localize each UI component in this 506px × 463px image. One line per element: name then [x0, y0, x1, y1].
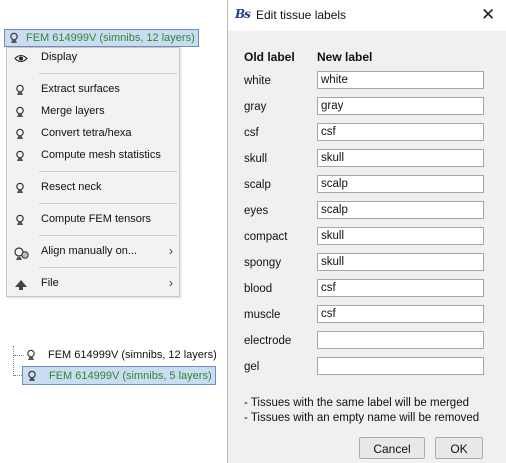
new-label-scalp-input[interactable]	[317, 175, 484, 193]
old-label-csf: csf	[244, 127, 259, 139]
menu-divider	[39, 267, 177, 268]
cancel-button[interactable]: Cancel	[359, 437, 425, 459]
menu-item-label: Compute FEM tensors	[41, 213, 152, 225]
menu-item-label: Extract surfaces	[41, 83, 120, 95]
tree-node-label: FEM 614999V (simnibs, 12 layers)	[48, 348, 217, 361]
fem-mesh-icon	[26, 370, 38, 382]
align-icon	[14, 246, 29, 260]
new-label-skull-input[interactable]	[317, 149, 484, 167]
new-label-muscle-input[interactable]	[317, 305, 484, 323]
fem-mesh-icon	[14, 214, 27, 227]
tree-node-label: FEM 614999V (simnibs, 12 layers)	[26, 32, 195, 44]
fem-mesh-icon	[25, 349, 37, 361]
menu-item-convert-tetra-hexa[interactable]: Convert tetra/hexa	[7, 124, 179, 144]
old-label-gel: gel	[244, 361, 260, 373]
menu-item-label: Align manually on...	[41, 245, 137, 257]
fem-mesh-icon	[14, 128, 27, 141]
menu-item-label: Compute mesh statistics	[41, 149, 161, 161]
menu-item-display[interactable]: Display	[7, 48, 179, 68]
tree-node-fem-12-layers-selected[interactable]: FEM 614999V (simnibs, 12 layers)	[4, 29, 199, 47]
note-merge: - Tissues with the same label will be me…	[244, 397, 469, 409]
edit-tissue-labels-dialog: Bs Edit tissue labels ✕ Old label New la…	[227, 0, 506, 463]
menu-item-compute-mesh-statistics[interactable]: Compute mesh statistics	[7, 146, 179, 166]
fem-mesh-icon	[14, 106, 27, 119]
old-label-compact: compact	[244, 231, 288, 243]
new-label-white-input[interactable]	[317, 71, 484, 89]
close-icon[interactable]: ✕	[481, 5, 495, 25]
menu-item-label: Display	[41, 51, 78, 63]
menu-divider	[39, 73, 177, 74]
new-label-csf-input[interactable]	[317, 123, 484, 141]
new-label-compact-input[interactable]	[317, 227, 484, 245]
context-menu: Display Extract surfaces Merge layers Co…	[6, 47, 180, 297]
dialog-title: Edit tissue labels	[256, 8, 347, 22]
menu-divider	[39, 203, 177, 204]
tree-node-fem-5-layers-selected[interactable]: FEM 614999V (simnibs, 5 layers)	[22, 366, 216, 385]
old-label-eyes: eyes	[244, 205, 269, 217]
old-label-skull: skull	[244, 153, 268, 165]
old-label-electrode: electrode	[244, 335, 292, 347]
menu-divider	[39, 171, 177, 172]
submenu-arrow-icon: ›	[169, 276, 173, 290]
fem-mesh-icon	[8, 32, 20, 44]
column-header-old-label: Old label	[244, 50, 295, 64]
fem-mesh-icon	[14, 150, 27, 163]
old-label-muscle: muscle	[244, 309, 281, 321]
tree-node-fem-12-layers[interactable]: FEM 614999V (simnibs, 12 layers)	[25, 346, 217, 363]
menu-item-align-manually[interactable]: Align manually on... ›	[7, 242, 179, 262]
tree-connector	[13, 346, 14, 376]
submenu-arrow-icon: ›	[169, 244, 173, 258]
file-icon	[14, 278, 27, 291]
menu-item-file[interactable]: File ›	[7, 274, 179, 294]
menu-item-label: Convert tetra/hexa	[41, 127, 132, 139]
new-label-spongy-input[interactable]	[317, 253, 484, 271]
column-header-new-label: New label	[317, 50, 373, 64]
new-label-gel-input[interactable]	[317, 357, 484, 375]
tree-node-label: FEM 614999V (simnibs, 5 layers)	[49, 369, 212, 382]
fem-mesh-icon	[14, 182, 27, 195]
old-label-blood: blood	[244, 283, 273, 295]
eye-icon	[14, 52, 28, 65]
brainstorm-logo-icon: Bs	[235, 7, 251, 21]
menu-item-resect-neck[interactable]: Resect neck	[7, 178, 179, 198]
old-label-white: white	[244, 75, 271, 87]
tree-connector	[14, 355, 24, 356]
ok-button[interactable]: OK	[435, 437, 483, 459]
menu-divider	[39, 235, 177, 236]
menu-item-label: Merge layers	[41, 105, 105, 117]
menu-item-label: Resect neck	[41, 181, 102, 193]
tree-connector	[14, 375, 22, 376]
new-label-eyes-input[interactable]	[317, 201, 484, 219]
menu-item-merge-layers[interactable]: Merge layers	[7, 102, 179, 122]
old-label-spongy: spongy	[244, 257, 282, 269]
fem-mesh-icon	[14, 84, 27, 97]
old-label-gray: gray	[244, 101, 267, 113]
new-label-blood-input[interactable]	[317, 279, 484, 297]
note-remove: - Tissues with an empty name will be rem…	[244, 412, 480, 424]
menu-item-extract-surfaces[interactable]: Extract surfaces	[7, 80, 179, 100]
new-label-gray-input[interactable]	[317, 97, 484, 115]
old-label-scalp: scalp	[244, 179, 271, 191]
new-label-electrode-input[interactable]	[317, 331, 484, 349]
menu-item-label: File	[41, 277, 59, 289]
menu-item-compute-fem-tensors[interactable]: Compute FEM tensors	[7, 210, 179, 230]
dialog-titlebar[interactable]: Bs Edit tissue labels ✕	[228, 0, 506, 31]
